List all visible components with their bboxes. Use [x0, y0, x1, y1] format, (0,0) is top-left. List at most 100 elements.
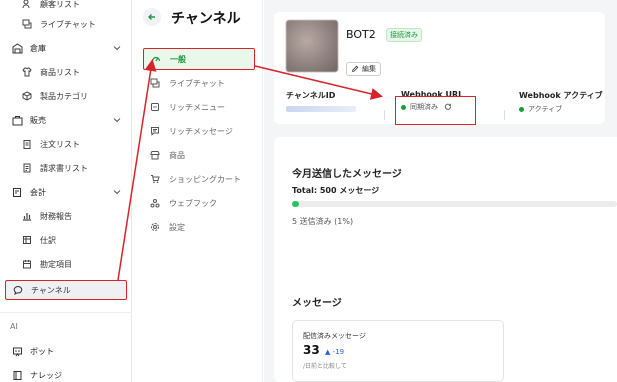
usage-progress-bar — [292, 201, 617, 207]
users-icon — [20, 0, 34, 11]
sidebar-item-label: 顧客リスト — [40, 0, 80, 9]
bot-avatar — [286, 20, 338, 72]
sidebar-item-label: 仕訳 — [40, 235, 56, 245]
messages-title: メッセージ — [292, 298, 342, 309]
channel-id-block: チャンネルID — [286, 90, 356, 112]
rich-menu-icon — [149, 101, 161, 113]
delivered-value: 33 — [303, 343, 320, 357]
bot-icon — [10, 344, 24, 358]
tab-products[interactable]: 商品 — [143, 144, 255, 166]
back-button[interactable] — [143, 8, 161, 26]
message-icon — [149, 125, 161, 137]
divider — [504, 110, 505, 120]
sidebar-item-bot[interactable]: ボット — [0, 341, 132, 361]
sidebar-item-sales[interactable]: 販売 — [0, 110, 132, 130]
calendar-icon — [20, 257, 34, 271]
webhook-active-status-text: アクティブ — [528, 105, 563, 113]
edit-button[interactable]: 編集 — [346, 62, 381, 76]
tab-settings[interactable]: 設定 — [143, 216, 255, 238]
usage-progress-fill — [292, 201, 299, 207]
tab-label: 設定 — [169, 222, 185, 232]
tab-label: 商品 — [169, 150, 185, 160]
tab-label: 一般 — [170, 54, 186, 64]
page-title: チャンネル — [171, 11, 241, 27]
channel-id-value-redacted — [286, 106, 356, 112]
delivered-delta: ▲ -19 — [325, 348, 345, 356]
sidebar-item-label: ボット — [30, 346, 54, 356]
tab-rich-message[interactable]: リッチメッセージ — [143, 120, 255, 142]
delivered-note: /日前と比較して — [303, 363, 347, 370]
sidebar-item-customers[interactable]: 顧客リスト — [0, 0, 132, 14]
shirt-icon — [20, 65, 34, 79]
sidebar-item-knowledge[interactable]: ナレッジ — [0, 365, 132, 382]
sidebar-item-label: 会計 — [30, 187, 46, 197]
monthly-stats-card: 今月送信したメッセージ Total: 500 メッセージ 5 送信済み (1%)… — [274, 137, 617, 382]
chat-icon — [20, 17, 34, 31]
sidebar-item-label: 商品リスト — [40, 67, 80, 77]
chevron-down-icon[interactable] — [112, 187, 122, 197]
invoice-icon — [20, 161, 34, 175]
accounting-icon — [10, 185, 24, 199]
tab-label: ショッピングカート — [169, 174, 241, 184]
arrow-left-icon — [148, 14, 155, 20]
sidebar-item-label: 製品カテゴリ — [40, 91, 88, 101]
webhook-icon — [149, 197, 161, 209]
tab-label: ウェブフック — [169, 198, 217, 208]
sidebar-item-label: ライブチャット — [40, 19, 96, 29]
cart-icon — [149, 173, 161, 185]
bot-name: BOT2 — [346, 28, 376, 41]
sidebar-item-label: 勘定項目 — [40, 259, 72, 269]
webhook-active-block: Webhook アクティブ アクティブ — [519, 90, 603, 114]
sidebar-item-invoices[interactable]: 請求書リスト — [0, 158, 132, 178]
tab-rich-menu[interactable]: リッチメニュー — [143, 96, 255, 118]
sidebar-item-accounting[interactable]: 会計 — [0, 182, 132, 202]
sidebar-item-categories[interactable]: 製品カテゴリ — [0, 86, 132, 106]
sidebar-item-financial-report[interactable]: 財務報告 — [0, 206, 132, 226]
sidebar-item-label: 財務報告 — [40, 211, 72, 221]
clipboard-icon — [20, 137, 34, 151]
main-content: BOT2 接続済み 編集 チャンネルID Webhook URL 同期済み We… — [264, 0, 617, 382]
sidebar-item-journal[interactable]: 仕訳 — [0, 230, 132, 250]
status-dot — [519, 106, 524, 112]
store-icon — [149, 149, 161, 161]
sidebar-section-ai: AI — [10, 322, 18, 331]
bot-info-card: BOT2 接続済み 編集 チャンネルID Webhook URL 同期済み We… — [274, 12, 605, 125]
sidebar-item-livechat[interactable]: ライブチャット — [0, 14, 132, 34]
webhook-active-status: アクティブ — [519, 104, 603, 114]
tab-label: リッチメッセージ — [169, 126, 233, 136]
journal-icon — [20, 233, 34, 247]
sidebar-item-label: 販売 — [30, 115, 46, 125]
divider — [384, 110, 385, 120]
stats-sent: 5 送信済み (1%) — [292, 217, 354, 226]
tab-label: ライブチャット — [169, 78, 225, 88]
stats-title: 今月送信したメッセージ — [292, 169, 402, 180]
delivered-messages-card: 配信済みメッセージ 33 ▲ -19 /日前と比較して — [292, 320, 504, 382]
gauge-icon — [150, 53, 162, 65]
sidebar-item-channel[interactable]: チャンネル — [5, 280, 127, 300]
tab-general[interactable]: 一般 — [143, 48, 255, 70]
sidebar-item-label: 請求書リスト — [40, 163, 88, 173]
edit-button-label: 編集 — [362, 65, 376, 73]
tab-shopping-cart[interactable]: ショッピングカート — [143, 168, 255, 190]
sidebar-item-orders[interactable]: 注文リスト — [0, 134, 132, 154]
sidebar-item-account-items[interactable]: 勘定項目 — [0, 254, 132, 274]
sidebar-item-label: 注文リスト — [40, 139, 80, 149]
tab-webhook[interactable]: ウェブフック — [143, 192, 255, 214]
warehouse-icon — [10, 41, 24, 55]
chat-icon — [149, 77, 161, 89]
tab-livechat[interactable]: ライブチャット — [143, 72, 255, 94]
stats-total: Total: 500 メッセージ — [292, 186, 380, 195]
book-icon — [10, 368, 24, 382]
chevron-down-icon[interactable] — [112, 115, 122, 125]
chevron-down-icon[interactable] — [112, 43, 122, 53]
sidebar-item-products[interactable]: 商品リスト — [0, 62, 132, 82]
report-icon — [20, 209, 34, 223]
sidebar-item-label: 倉庫 — [30, 43, 46, 53]
sidebar-item-warehouse[interactable]: 倉庫 — [0, 38, 132, 58]
pencil-icon — [352, 65, 359, 72]
delta-value: -19 — [332, 348, 345, 356]
sidebar-divider — [0, 312, 132, 313]
sidebar-item-label: チャンネル — [31, 285, 71, 295]
channel-subnav: チャンネル 一般 ライブチャット リッチメニュー リッチメッセージ 商品 ショッ… — [133, 0, 263, 382]
sales-icon — [10, 113, 24, 127]
